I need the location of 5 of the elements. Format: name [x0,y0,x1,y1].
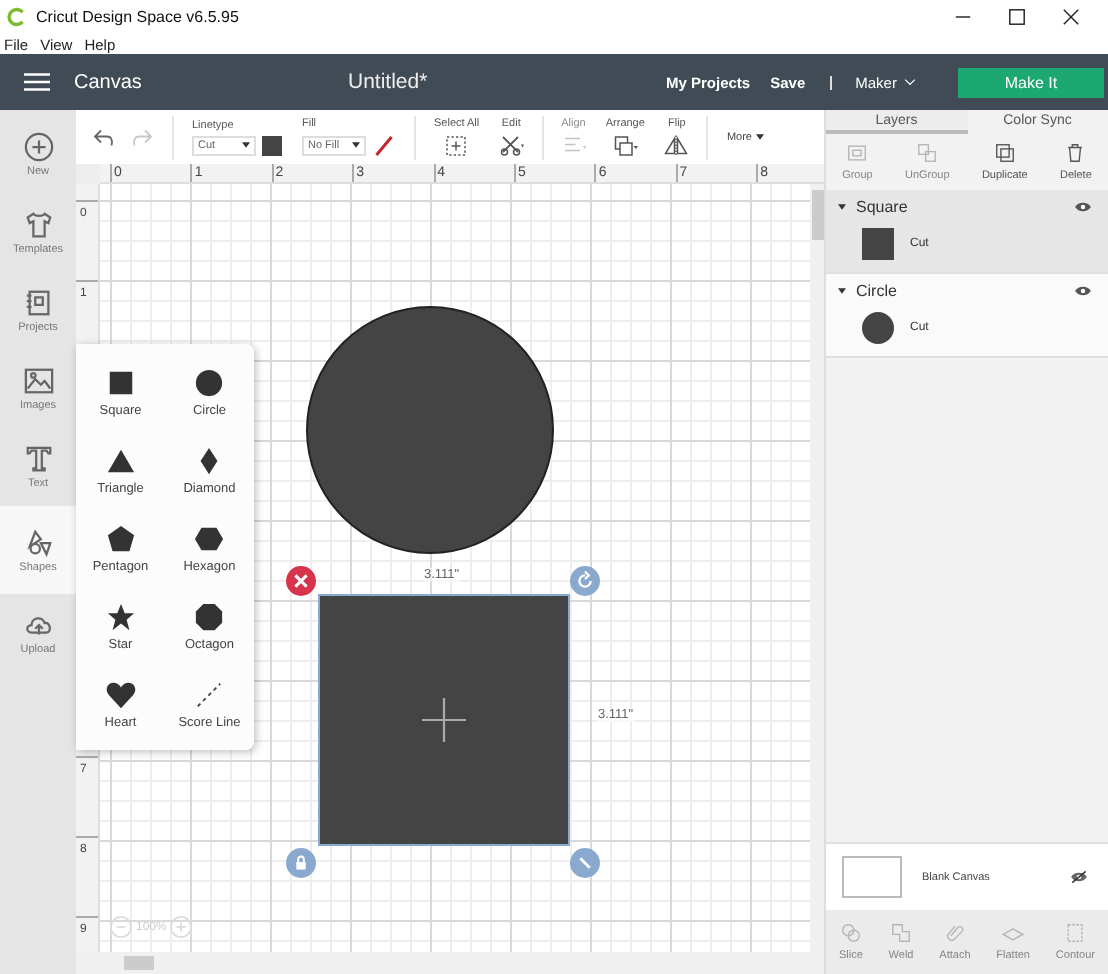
window-title: Cricut Design Space v6.5.95 [36,8,239,26]
layer-name: Square [856,198,910,216]
document-title: Untitled* [348,70,430,94]
layer-name: Circle [856,282,899,300]
section-title: Canvas [74,71,144,93]
